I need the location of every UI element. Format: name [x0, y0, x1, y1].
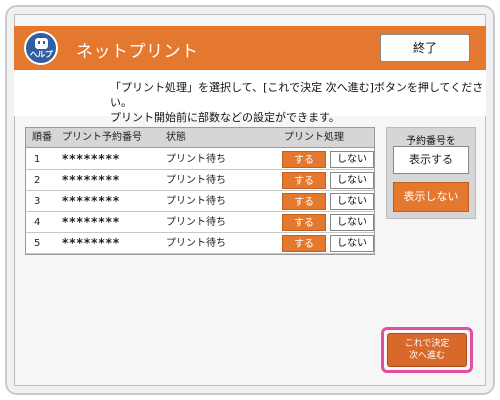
row-order: 5: [34, 238, 41, 249]
row-order: 3: [34, 196, 41, 207]
print-reservation-table: 順番 プリント予約番号 状態 プリント処理 1 ******** プリント待ち …: [25, 127, 375, 255]
print-no-button[interactable]: しない: [330, 193, 374, 210]
page-title: ネットプリント: [76, 42, 199, 62]
table-row: 3 ******** プリント待ち する しない: [26, 191, 374, 212]
print-yes-button[interactable]: する: [282, 235, 326, 252]
row-reservation: ********: [62, 152, 121, 166]
print-yes-button[interactable]: する: [282, 193, 326, 210]
table-header: 順番 プリント予約番号 状態 プリント処理: [26, 128, 374, 148]
row-reservation: ********: [62, 194, 121, 208]
print-no-button[interactable]: しない: [330, 235, 374, 252]
help-robot-face: [35, 38, 48, 49]
table-row: 5 ******** プリント待ち する しない: [26, 233, 374, 254]
print-no-button[interactable]: しない: [330, 151, 374, 168]
table-row: 1 ******** プリント待ち する しない: [26, 149, 374, 170]
row-status: プリント待ち: [166, 196, 226, 207]
row-status: プリント待ち: [166, 217, 226, 228]
confirm-line-2: 次へ進む: [408, 351, 445, 361]
confirm-line-1: これで決定: [404, 339, 450, 349]
header-order: 順番: [32, 132, 52, 143]
help-icon[interactable]: ヘルプ: [24, 31, 58, 65]
row-order: 4: [34, 217, 41, 228]
header-status: 状態: [166, 132, 186, 143]
print-no-button[interactable]: しない: [330, 214, 374, 231]
print-yes-button[interactable]: する: [282, 151, 326, 168]
table-row: 4 ******** プリント待ち する しない: [26, 212, 374, 233]
hide-reservation-button[interactable]: 表示しない: [393, 182, 469, 212]
table-row: 2 ******** プリント待ち する しない: [26, 170, 374, 191]
confirm-highlight: これで決定 次へ進む: [381, 327, 473, 373]
row-status: プリント待ち: [166, 238, 226, 249]
header-reservation: プリント予約番号: [62, 132, 142, 143]
row-status: プリント待ち: [166, 154, 226, 165]
print-yes-button[interactable]: する: [282, 172, 326, 189]
row-status: プリント待ち: [166, 175, 226, 186]
help-label: ヘルプ: [29, 50, 53, 59]
row-reservation: ********: [62, 215, 121, 229]
header-process: プリント処理: [284, 132, 344, 143]
reservation-visibility-panel: 予約番号を 表示する 表示しない: [386, 127, 476, 219]
confirm-next-button[interactable]: これで決定 次へ進む: [387, 333, 467, 367]
row-reservation: ********: [62, 236, 121, 250]
show-reservation-button[interactable]: 表示する: [393, 146, 469, 174]
row-reservation: ********: [62, 173, 121, 187]
print-no-button[interactable]: しない: [330, 172, 374, 189]
help-eye-left: [38, 41, 40, 44]
reservation-visibility-label: 予約番号を: [406, 136, 456, 147]
end-button[interactable]: 終了: [380, 34, 470, 62]
instruction-line-1: 「プリント処理」を選択して、[これで決定 次へ進む]ボタンを押してください。: [110, 81, 484, 109]
help-eye-right: [43, 41, 45, 44]
row-order: 1: [34, 154, 41, 165]
print-yes-button[interactable]: する: [282, 214, 326, 231]
instruction-line-2: プリント開始前に部数などの設定ができます。: [110, 111, 340, 124]
row-order: 2: [34, 175, 41, 186]
instruction-text: 「プリント処理」を選択して、[これで決定 次へ進む]ボタンを押してください。 プ…: [110, 80, 500, 125]
